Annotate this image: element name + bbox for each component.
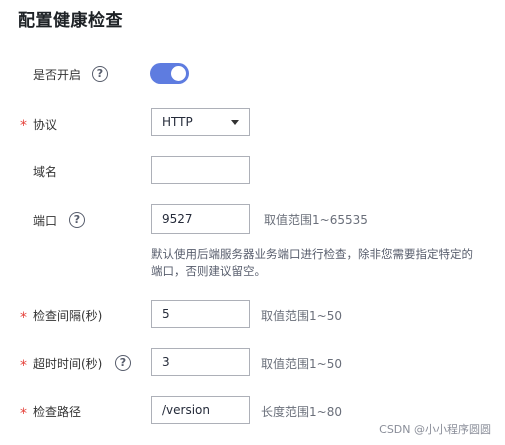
port-description-line1: 默认使用后端服务器业务端口进行检查，除非您需要指定特定的 [151,247,473,261]
required-star: * [20,118,27,134]
timeout-label: 超时时间(秒) [33,357,103,371]
port-description-line2: 端口，否则建议留空。 [151,264,266,278]
timeout-input[interactable]: 3 [151,348,250,376]
question-circle-icon[interactable]: ? [69,212,85,228]
enabled-label: 是否开启 [33,68,82,82]
required-star: * [20,310,27,326]
domain-label: 域名 [33,165,58,179]
interval-label: 检查间隔(秒) [33,309,103,323]
path-label: 检查路径 [33,405,82,419]
port-input[interactable]: 9527 [151,204,250,234]
timeout-range-hint: 取值范围1~50 [261,357,342,371]
domain-input[interactable] [151,156,250,184]
required-star: * [20,406,27,422]
toggle-knob [171,66,186,81]
path-input[interactable]: /version [151,396,250,424]
path-range-hint: 长度范围1~80 [261,405,342,419]
protocol-value: HTTP [162,115,193,129]
question-circle-icon[interactable]: ? [92,66,108,82]
required-star: * [20,358,27,374]
port-description: 默认使用后端服务器业务端口进行检查，除非您需要指定特定的 端口，否则建议留空。 [151,246,496,280]
interval-input[interactable]: 5 [151,300,250,328]
question-circle-icon[interactable]: ? [115,355,131,371]
protocol-select[interactable]: HTTP [151,108,250,136]
port-label: 端口 [33,214,58,228]
protocol-label: 协议 [33,118,58,132]
caret-down-icon [231,120,239,125]
page-title: 配置健康检查 [18,11,123,31]
enable-toggle[interactable] [150,63,189,84]
port-range-hint: 取值范围1~65535 [264,213,368,227]
watermark: CSDN @小小程序圆圆 [379,423,491,436]
interval-range-hint: 取值范围1~50 [261,309,342,323]
